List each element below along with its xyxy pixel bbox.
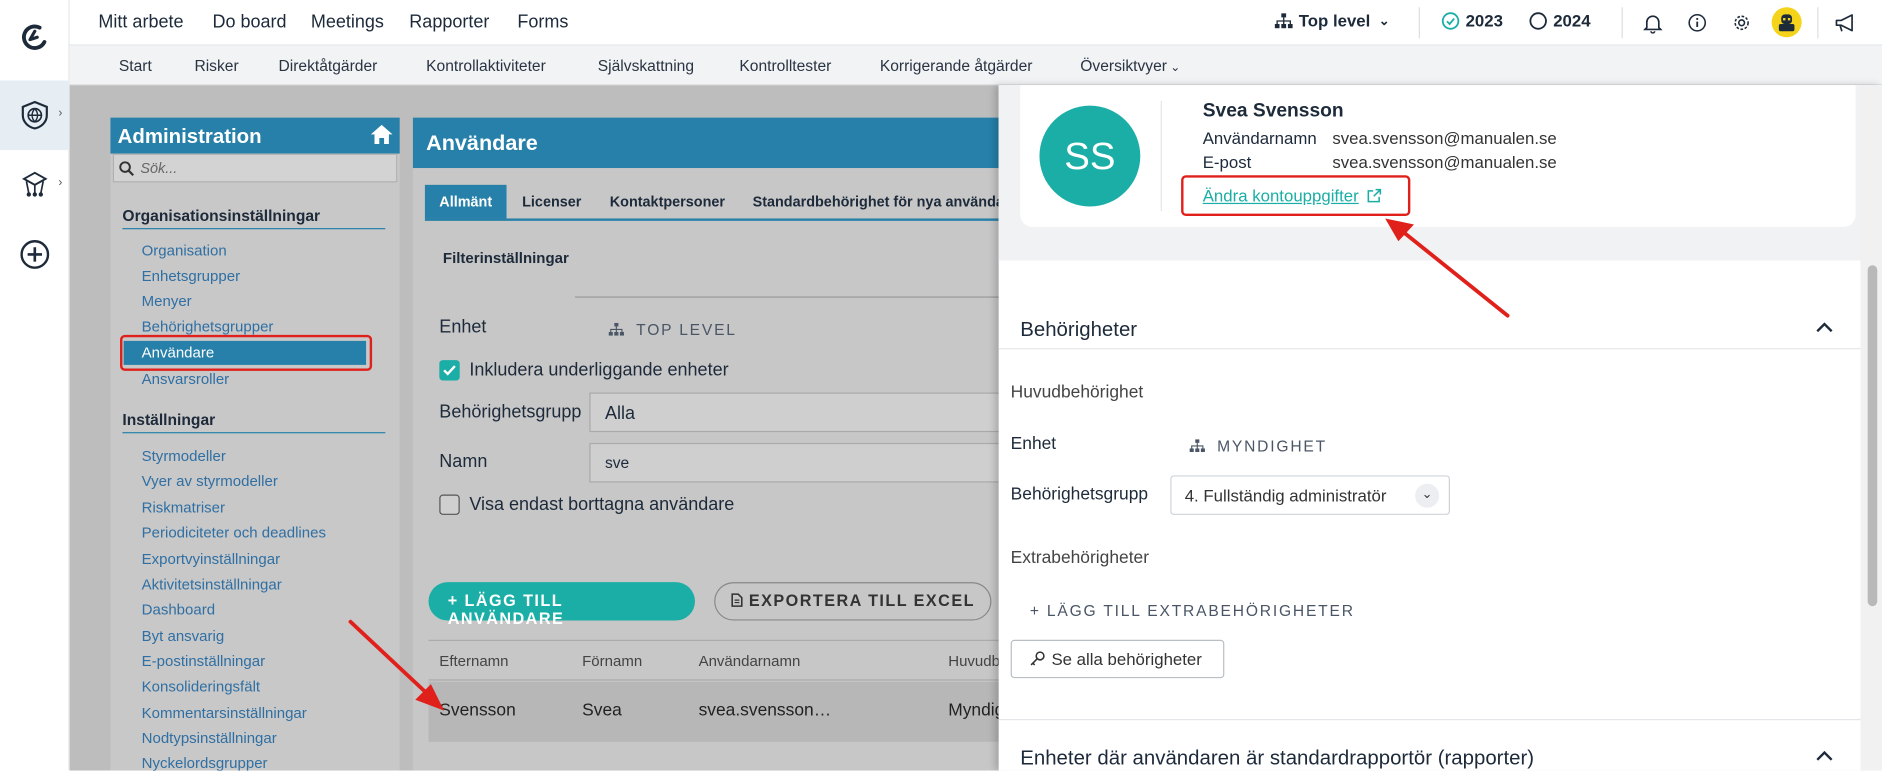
arrow-to-table-row <box>348 619 445 711</box>
annotation-arrows <box>348 218 1510 711</box>
arrow-to-edit-link <box>1385 218 1510 318</box>
